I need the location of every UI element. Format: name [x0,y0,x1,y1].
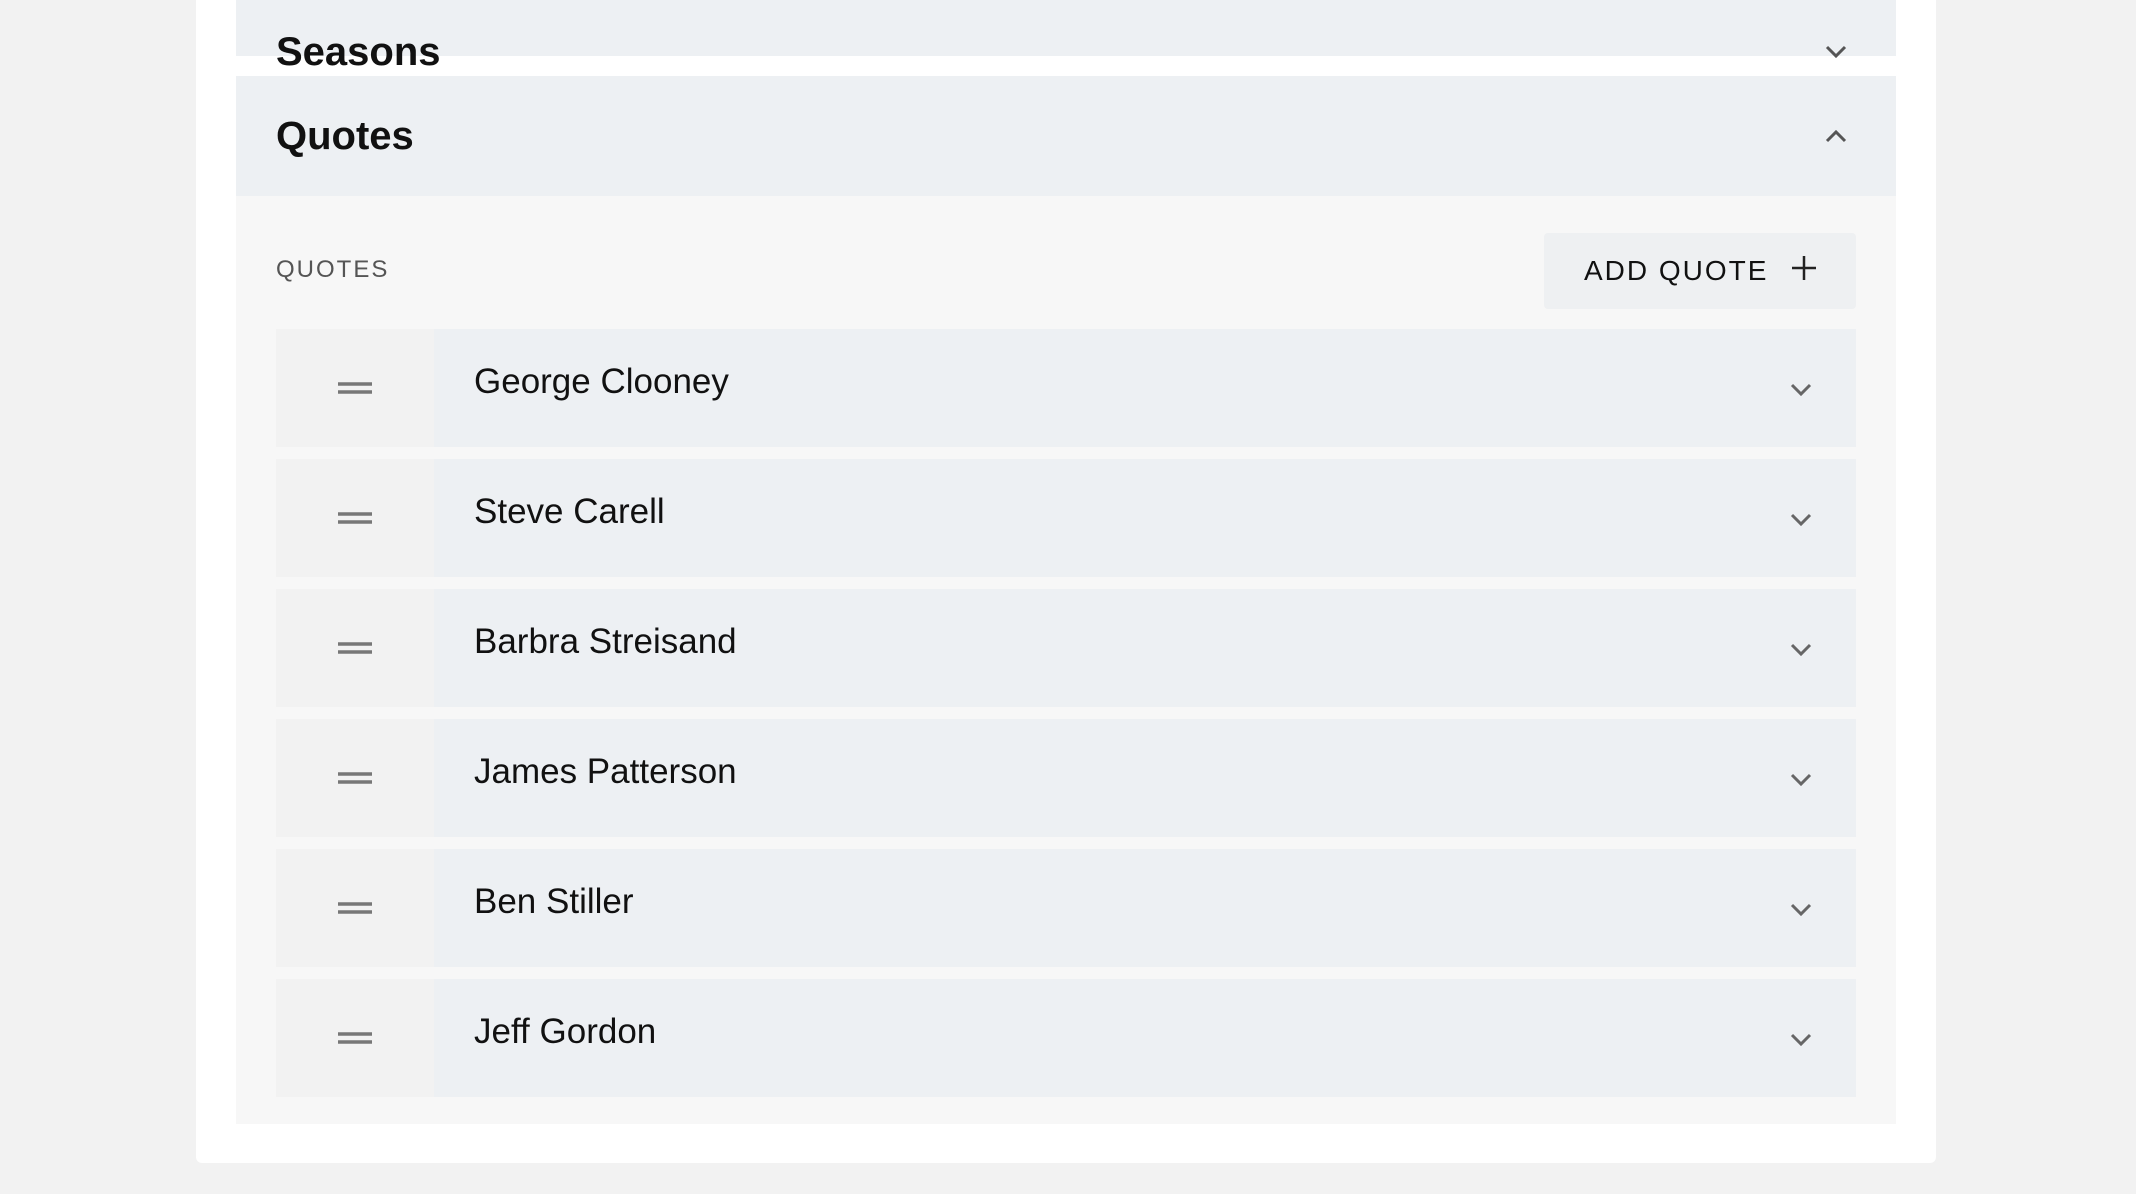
list-item: George Clooney [276,329,1856,447]
chevron-down-icon[interactable] [1786,635,1816,665]
quote-row-header[interactable]: Ben Stiller [434,849,1856,967]
quote-title: Ben Stiller [474,882,634,921]
quotes-list: George Clooney Steve Carell Barbra Strei… [276,329,1856,1109]
quote-title: Barbra Streisand [474,622,737,661]
add-quote-button[interactable]: ADD QUOTE [1544,233,1856,309]
chevron-down-icon[interactable] [1786,765,1816,795]
quote-title: Jeff Gordon [474,1012,657,1051]
chevron-down-icon[interactable] [1786,1025,1816,1055]
quote-row-header[interactable]: George Clooney [434,329,1856,447]
list-item: Ben Stiller [276,849,1856,967]
section-header-seasons[interactable]: Seasons [236,0,1896,74]
quote-row-header[interactable]: Barbra Streisand [434,589,1856,707]
list-item: Barbra Streisand [276,589,1856,707]
drag-handle-icon[interactable] [276,719,434,837]
plus-icon [1790,254,1818,289]
chevron-down-icon[interactable] [1786,375,1816,405]
list-item: James Patterson [276,719,1856,837]
list-item: Steve Carell [276,459,1856,577]
chevron-down-icon[interactable] [1786,505,1816,535]
drag-handle-icon[interactable] [276,849,434,967]
quote-title: George Clooney [474,362,729,401]
quote-row-header[interactable]: Steve Carell [434,459,1856,577]
section-body-quotes: QUOTES ADD QUOTE George Clooney Steve Ca… [236,196,1896,1124]
drag-handle-icon[interactable] [276,589,434,707]
quote-title: Steve Carell [474,492,665,531]
field-label-quotes: QUOTES [276,256,390,283]
drag-handle-icon[interactable] [276,979,434,1097]
quote-row-header[interactable]: James Patterson [434,719,1856,837]
chevron-down-icon[interactable] [1786,895,1816,925]
section-title-quotes: Quotes [276,113,414,158]
list-item: Jeff Gordon [276,979,1856,1097]
drag-handle-icon[interactable] [276,329,434,447]
chevron-up-icon[interactable] [1816,116,1856,156]
add-quote-label: ADD QUOTE [1584,255,1769,286]
chevron-down-icon[interactable] [1816,32,1856,72]
section-title-seasons: Seasons [276,29,441,74]
section-header-quotes[interactable]: Quotes [236,76,1896,196]
quote-title: James Patterson [474,752,737,791]
quote-row-header[interactable]: Jeff Gordon [434,979,1856,1097]
drag-handle-icon[interactable] [276,459,434,577]
